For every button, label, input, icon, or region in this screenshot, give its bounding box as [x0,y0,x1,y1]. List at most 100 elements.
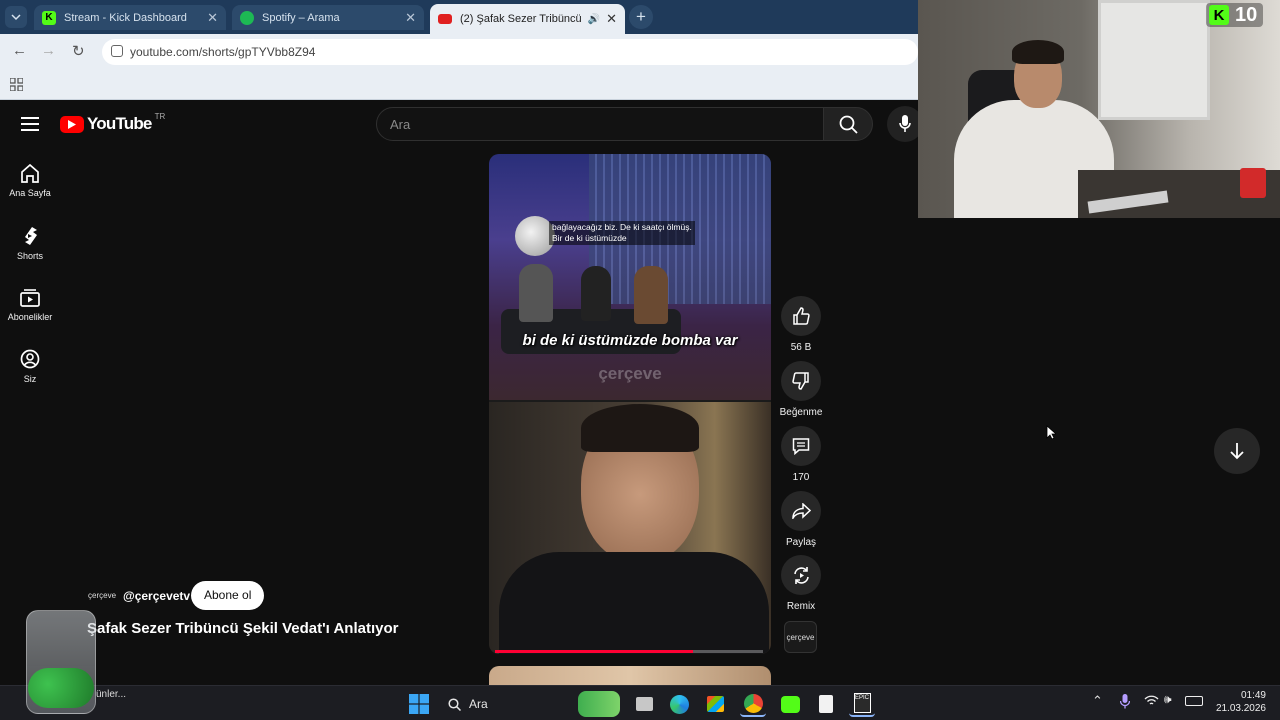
next-short-button[interactable] [1214,428,1260,474]
chevron-down-icon [11,14,21,21]
search-button[interactable] [823,107,873,141]
region-code: TR [154,111,166,121]
webcam-person-hair [1012,40,1064,64]
clock-time: 01:49 [1240,690,1266,701]
search-icon [839,115,858,134]
comment-count: 170 [792,472,810,483]
epic-games-icon[interactable]: EPIC [849,691,875,717]
kick-follower-badge: K 10 [1206,3,1264,27]
store-icon[interactable] [702,691,728,717]
weather-widget[interactable] [20,610,100,718]
sidebar-item-subscriptions[interactable]: Abonelikler [0,288,60,322]
caption-big: bi de ki üstümüzde bomba var [522,332,738,349]
taskbar: ünler... Ara EPIC ⌃ 🕪 01:49 21.03.2026 [0,610,1280,720]
kick-icon: K [42,10,56,25]
short-video-player[interactable]: bağlayacağız biz. De ki saatçı ölmüş. Bi… [489,154,771,654]
apps-grid-icon[interactable] [10,78,23,91]
man-sweater [499,552,769,654]
sidebar-item-home[interactable]: Ana Sayfa [0,164,60,198]
wifi-icon[interactable] [1144,695,1159,707]
channel-avatar[interactable]: çerçeve [88,584,116,606]
kick-icon: K [1209,5,1229,25]
widgets-app-icon[interactable] [578,691,620,717]
shorts-icon [25,227,37,245]
tab-spotify[interactable]: Spotify – Arama ✕ [232,5,424,30]
kick-count: 10 [1235,3,1258,26]
logo-text: YouTube [87,114,152,133]
taskbar-search[interactable]: Ara [440,691,564,717]
like-button[interactable]: 56 B [779,296,823,353]
remix-label: Remix [786,601,816,612]
man-hair [581,404,699,452]
webcam-window [1098,0,1210,120]
speaker-icon[interactable]: 🔊 [588,14,600,25]
mic-icon [899,115,911,132]
video-scene-closeup [489,402,771,654]
youtube-logo[interactable]: YouTube TR [60,111,166,134]
edge-icon[interactable] [666,691,692,717]
chevron-up-icon[interactable]: ⌃ [1092,693,1103,709]
sidebar-item-shorts[interactable]: Shorts [0,226,60,261]
share-button[interactable]: Paylaş [779,491,823,548]
forward-icon[interactable]: → [41,42,56,59]
tab-close-icon[interactable]: ✕ [405,10,416,26]
back-icon[interactable]: ← [12,42,27,59]
chrome-icon[interactable] [740,691,766,717]
search-icon [448,697,461,711]
browser-tab-bar: K Stream - Kick Dashboard ✕ Spotify – Ar… [0,0,920,34]
dislike-label: Beğenme [779,407,823,418]
tab-list-button[interactable] [5,6,27,28]
person-left [519,264,553,322]
reload-icon[interactable]: ↻ [72,42,85,60]
dislike-button[interactable]: Beğenme [779,361,823,418]
tab-close-icon[interactable]: ✕ [207,10,218,26]
menu-icon[interactable] [21,117,39,131]
like-count: 56 B [790,342,812,353]
subscriptions-icon [20,289,40,307]
clock[interactable]: 01:49 21.03.2026 [1212,689,1266,715]
sidebar-item-label: Shorts [16,251,43,261]
sidebar-item-label: Ana Sayfa [9,188,51,198]
kick-app-icon[interactable] [777,691,803,717]
channel-name[interactable]: @çerçevetv [123,589,190,603]
video-progress-fill [495,650,694,653]
start-button[interactable] [406,691,432,717]
new-tab-button[interactable]: + [629,5,653,29]
site-info-icon[interactable] [111,45,123,57]
file-explorer-icon[interactable] [631,691,657,717]
notepad-icon[interactable] [813,691,839,717]
comments-button[interactable]: 170 [779,426,823,483]
tab-close-icon[interactable]: ✕ [606,11,617,27]
tab-youtube[interactable]: (2) Şafak Sezer Tribüncü Şe 🔊 ✕ [430,4,625,34]
person-middle [581,266,611,321]
volume-icon[interactable]: 🕪 [1164,692,1172,707]
next-short-preview[interactable] [489,666,771,686]
battery-icon[interactable] [1185,696,1203,706]
youtube-icon [438,14,452,24]
tab-title: Stream - Kick Dashboard [64,11,187,24]
dislike-icon [792,372,809,390]
subscribe-button[interactable]: Abone ol [191,581,265,610]
webcam-mug [1240,168,1266,198]
share-label: Paylaş [785,537,816,548]
remix-icon [793,566,809,584]
sidebar-item-label: Abonelikler [7,312,53,322]
search-input[interactable]: Ara [376,107,824,141]
arrow-down-icon [1230,443,1244,460]
caption-small-line: Bir de ki üstümüzde [552,233,627,243]
tab-title: Spotify – Arama [262,11,340,24]
sound-thumbnail[interactable]: çerçeve [784,621,817,653]
person-right [634,266,668,324]
remix-button[interactable]: Remix [779,555,823,612]
sidebar-item-you[interactable]: Siz [0,349,60,384]
mic-icon[interactable] [1120,694,1130,709]
tab-kick[interactable]: K Stream - Kick Dashboard ✕ [34,5,226,30]
widget-label: ünler... [96,689,127,700]
home-icon [21,164,39,183]
clover-pile [28,668,94,708]
windows-start-icon [409,694,429,714]
like-icon [793,307,810,325]
video-progress-track[interactable] [495,650,763,653]
url-field[interactable]: youtube.com/shorts/gpTYVbb8Z94 [102,39,918,65]
bookmarks-bar [0,70,920,100]
